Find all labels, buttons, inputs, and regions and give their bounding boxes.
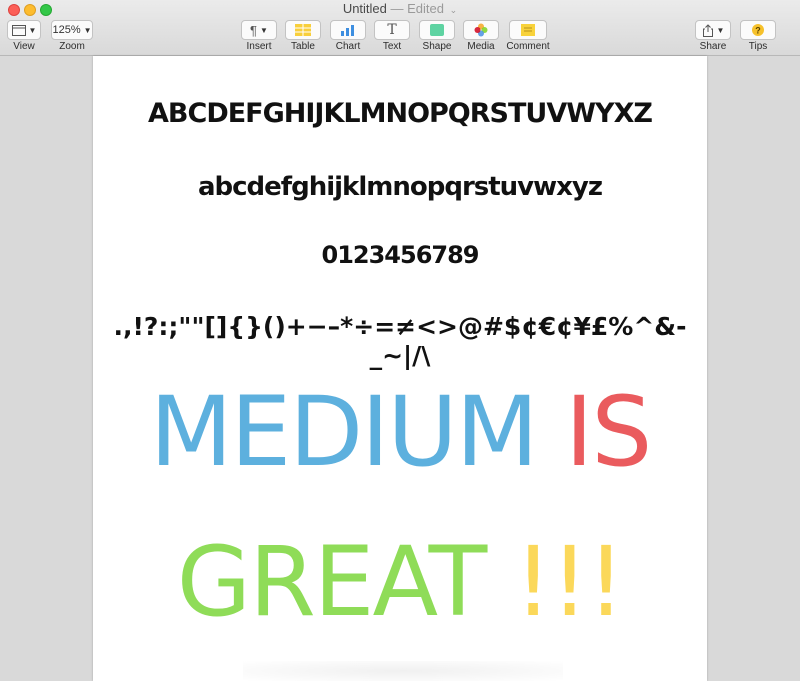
bar-chart-icon [341, 25, 354, 36]
chevron-down-icon: ▼ [716, 25, 725, 35]
shape-label: Shape [422, 41, 452, 52]
share-label: Share [699, 41, 727, 52]
view-label: View [13, 41, 35, 52]
tips-label: Tips [748, 41, 768, 52]
share-icon [702, 23, 713, 37]
document-title: Untitled [342, 1, 387, 16]
edited-status: — Edited [390, 1, 444, 16]
document-canvas: ABCDEFGHIJKLMNOPQRSTUVWYXZ abcdefghijklm… [0, 56, 800, 681]
shape-button[interactable] [419, 20, 455, 40]
table-button[interactable] [285, 20, 321, 40]
chart-button[interactable] [330, 20, 366, 40]
text-button[interactable]: T [374, 20, 410, 40]
window-title: Untitled — Edited ⌄ [0, 1, 800, 16]
pages-window: Untitled — Edited ⌄ ▼ View 125% ▼ Zoom ¶… [0, 0, 800, 681]
headline-word-medium: MEDIUM [149, 376, 539, 488]
shape-icon [430, 24, 444, 36]
headline-line-1: MEDIUM IS [93, 376, 707, 488]
sidebar-icon [11, 24, 26, 36]
comment-button[interactable] [509, 20, 547, 40]
table-icon [295, 24, 311, 36]
text-icon: T [387, 22, 397, 38]
lowercase-alphabet: abcdefghijklmnopqrstuvwxyz [197, 172, 603, 202]
pilcrow-icon: ¶ [250, 22, 258, 38]
headline-exclamations: !!! [513, 526, 625, 638]
title-chevron-icon[interactable]: ⌄ [450, 5, 458, 15]
symbols-line: .,!?:;""[]{}()+−–*÷=≠<>@#$¢€¢¥£%^&-_~|/\ [113, 312, 687, 370]
headline-line-2: GREAT !!! [93, 526, 707, 638]
media-label: Media [467, 41, 495, 52]
media-button[interactable] [463, 20, 499, 40]
toolbar: Untitled — Edited ⌄ ▼ View 125% ▼ Zoom ¶… [0, 0, 800, 56]
page-shadow [243, 661, 563, 681]
comment-label: Comment [506, 41, 550, 52]
photos-icon [474, 23, 488, 37]
headline-word-great: GREAT [176, 526, 488, 638]
tips-icon: ? [752, 24, 764, 36]
svg-text:?: ? [755, 26, 761, 36]
insert-label: Insert [246, 41, 272, 52]
table-label: Table [291, 41, 315, 52]
comment-icon [521, 24, 535, 36]
chevron-down-icon: ▼ [83, 25, 92, 35]
document-page[interactable]: ABCDEFGHIJKLMNOPQRSTUVWYXZ abcdefghijklm… [93, 56, 707, 681]
tips-button[interactable]: ? [740, 20, 776, 40]
view-button[interactable]: ▼ [7, 20, 41, 40]
text-label: Text [382, 41, 402, 52]
chevron-down-icon: ▼ [28, 25, 37, 35]
chart-label: Chart [335, 41, 361, 52]
insert-button[interactable]: ¶ ▼ [241, 20, 277, 40]
digits-line: 0123456789 [321, 241, 480, 269]
share-button[interactable]: ▼ [695, 20, 731, 40]
uppercase-alphabet: ABCDEFGHIJKLMNOPQRSTUVWYXZ [148, 98, 653, 129]
headline-word-is: IS [565, 376, 652, 488]
zoom-value: 125% [52, 24, 81, 36]
zoom-select[interactable]: 125% ▼ [51, 20, 93, 40]
zoom-label: Zoom [59, 41, 85, 52]
chevron-down-icon: ▼ [260, 25, 268, 35]
